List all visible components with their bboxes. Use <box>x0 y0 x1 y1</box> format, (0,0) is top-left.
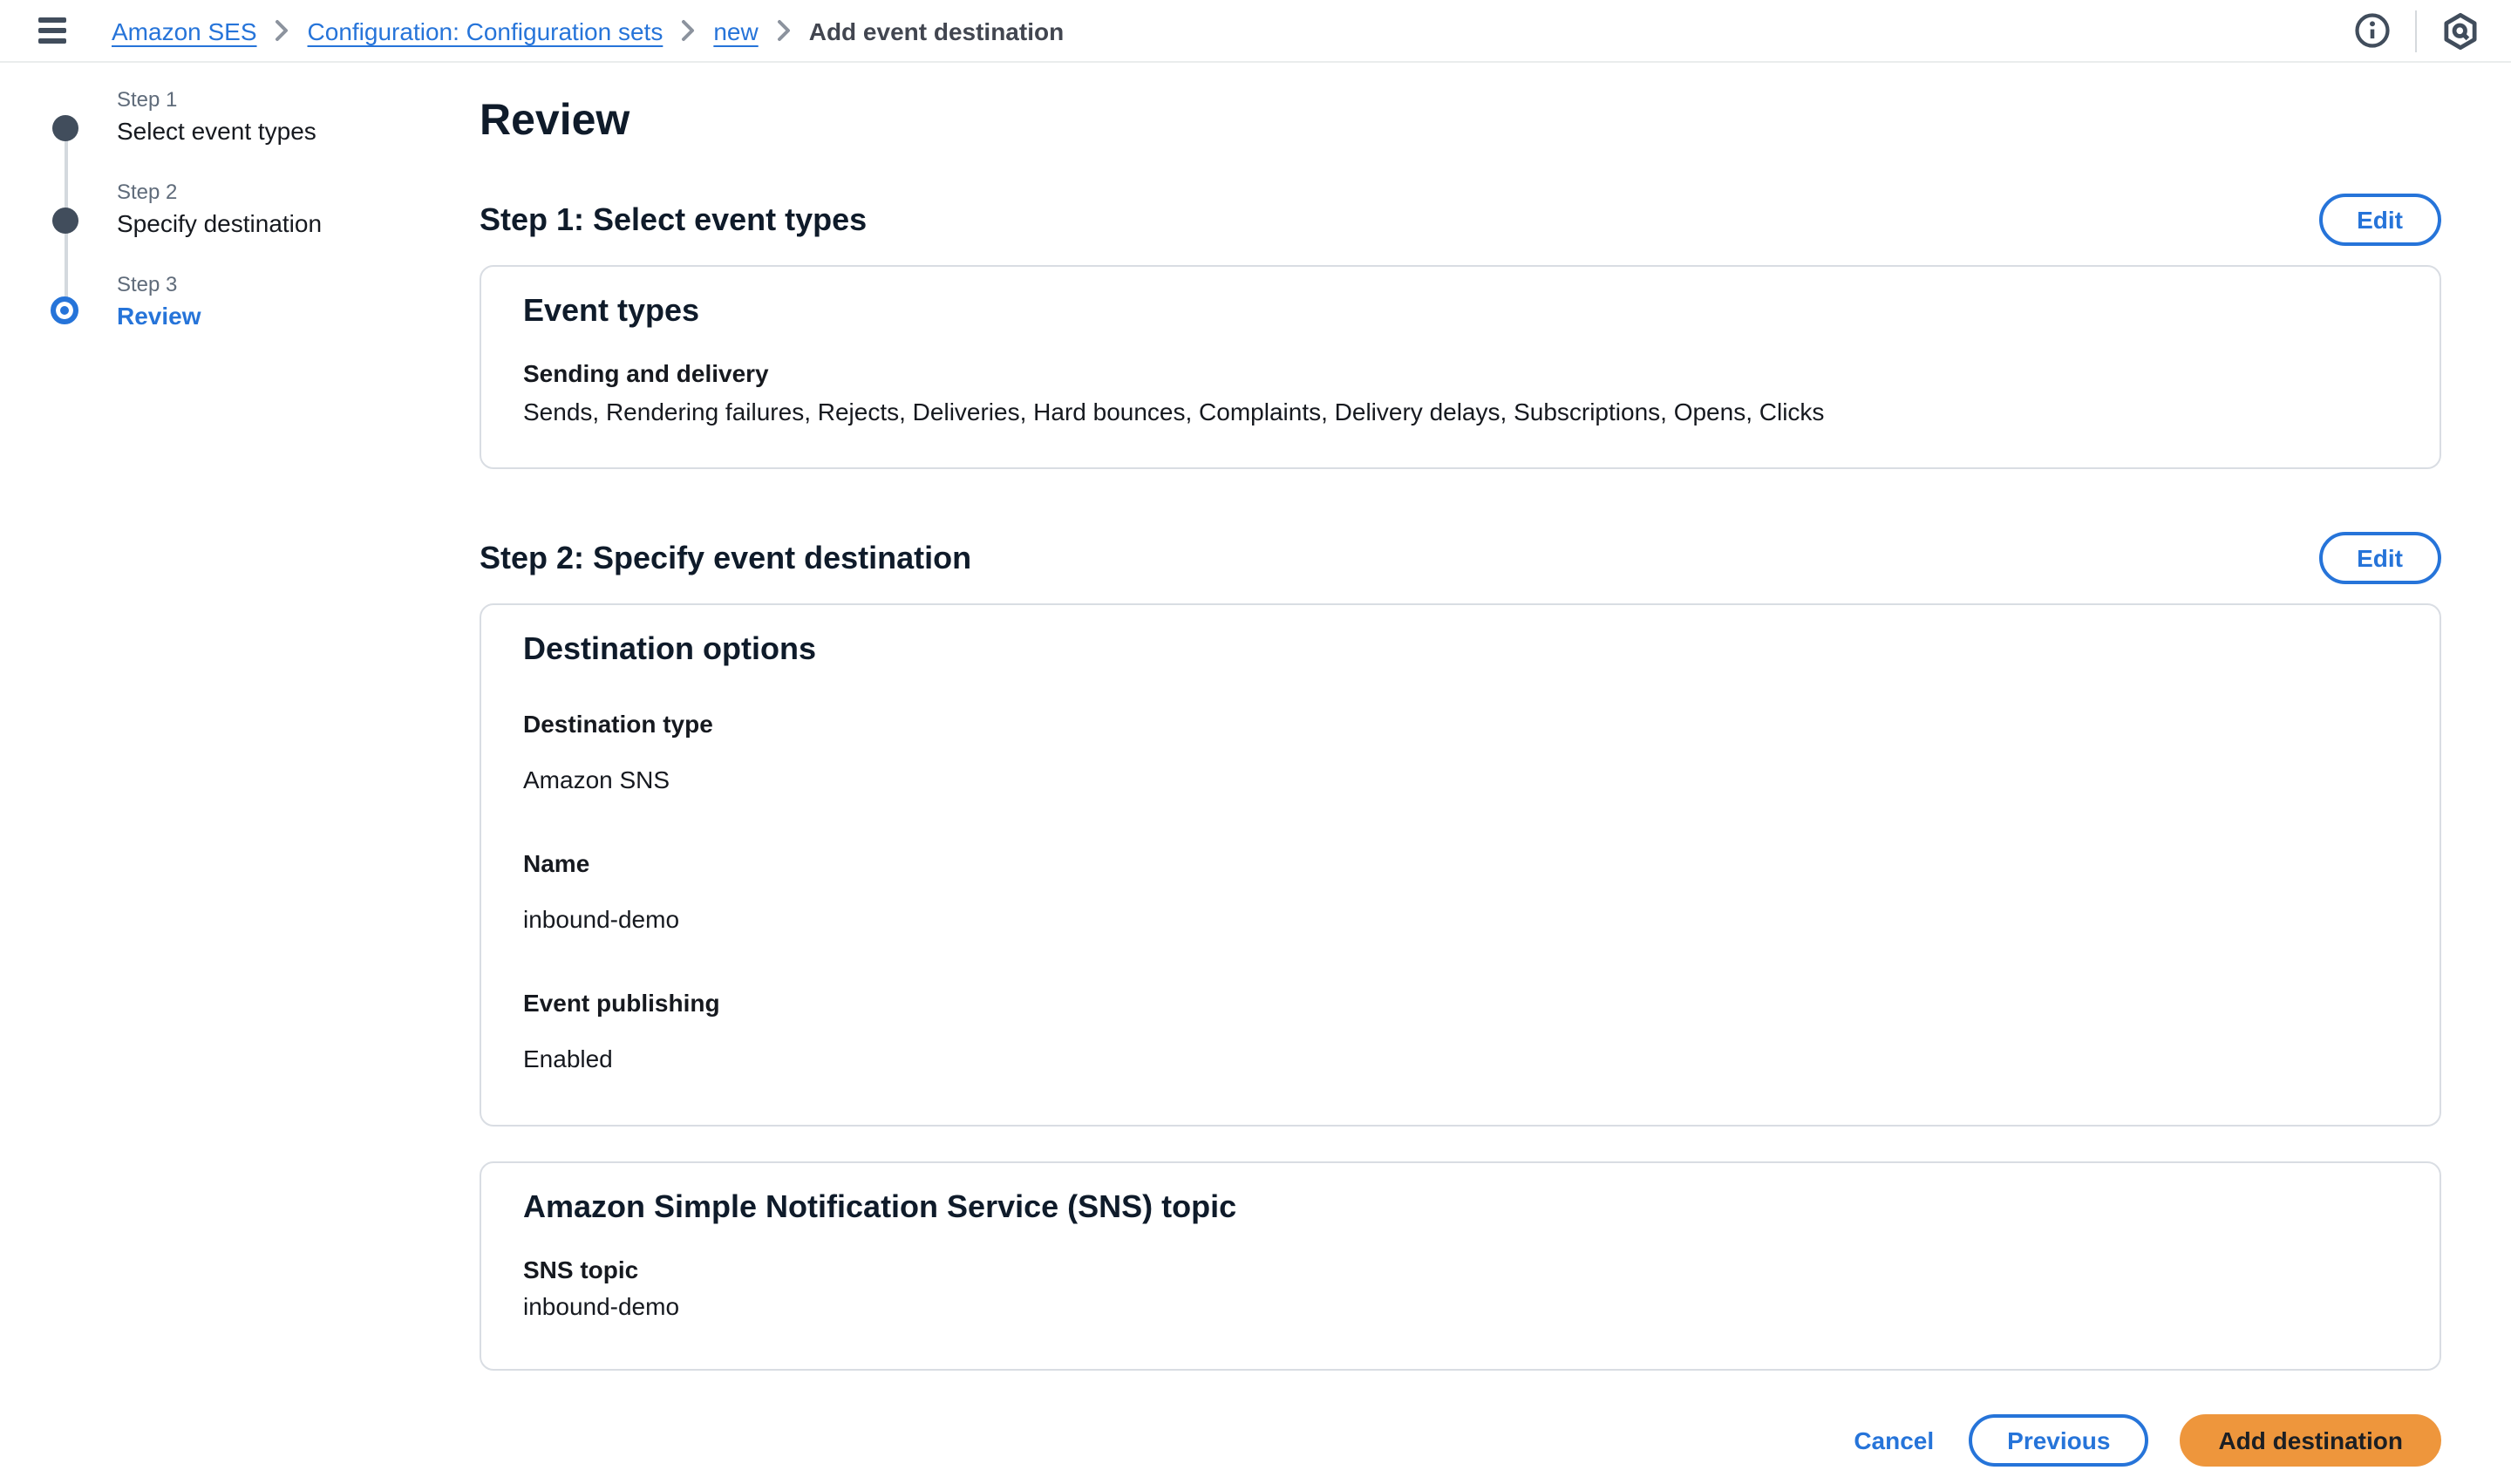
top-navigation-bar: Amazon SES Configuration: Configuration … <box>0 0 2511 63</box>
breadcrumb-current: Add event destination <box>809 17 1064 44</box>
section-step1: Step 1: Select event types Edit Event ty… <box>480 194 2441 469</box>
section-step2-heading: Step 2: Specify event destination <box>480 540 971 576</box>
topbar-divider <box>2415 10 2417 51</box>
event-types-card-title: Event types <box>523 293 2398 330</box>
breadcrumb-link-configuration-sets[interactable]: Configuration: Configuration sets <box>308 17 663 44</box>
cancel-button[interactable]: Cancel <box>1850 1419 1937 1461</box>
step-bullet-active-icon <box>51 296 78 324</box>
topbar-actions <box>2351 8 2483 53</box>
breadcrumb-link-new[interactable]: new <box>713 17 758 44</box>
add-destination-button[interactable]: Add destination <box>2180 1414 2441 1467</box>
section-step2: Step 2: Specify event destination Edit D… <box>480 532 2441 1371</box>
field-label: SNS topic <box>523 1256 2398 1283</box>
hamburger-menu-button[interactable] <box>31 10 73 51</box>
info-button[interactable] <box>2351 9 2394 52</box>
section-step1-heading: Step 1: Select event types <box>480 201 867 238</box>
name-field: Name inbound-demo <box>523 849 2398 933</box>
sns-topic-field: SNS topic inbound-demo <box>523 1256 2398 1320</box>
wizard-step-1[interactable]: Step 1 Select event types <box>52 87 480 153</box>
settings-button[interactable] <box>2438 8 2483 53</box>
main-content: Review Step 1: Select event types Edit E… <box>480 63 2476 1484</box>
step-title[interactable]: Specify destination <box>117 209 480 237</box>
destination-options-card: Destination options Destination type Ama… <box>480 603 2441 1127</box>
breadcrumb: Amazon SES Configuration: Configuration … <box>112 17 2351 44</box>
field-label: Destination type <box>523 710 2398 738</box>
destination-type-field: Destination type Amazon SNS <box>523 710 2398 793</box>
breadcrumb-chevron-icon <box>776 19 792 42</box>
breadcrumb-chevron-icon <box>680 19 696 42</box>
field-label: Sending and delivery <box>523 359 2398 387</box>
previous-button[interactable]: Previous <box>1969 1414 2148 1467</box>
step-title[interactable]: Review <box>117 302 480 330</box>
breadcrumb-chevron-icon <box>275 19 290 42</box>
destination-options-card-title: Destination options <box>523 631 2398 668</box>
sns-topic-card-title: Amazon Simple Notification Service (SNS)… <box>523 1189 2398 1226</box>
wizard-steps-nav: Step 1 Select event types Step 2 Specify… <box>0 63 480 364</box>
step-bullet-icon <box>52 115 78 141</box>
wizard-step-2[interactable]: Step 2 Specify destination <box>52 180 480 246</box>
info-icon <box>2354 12 2391 49</box>
step-number-label: Step 2 <box>117 180 480 204</box>
event-types-card: Event types Sending and delivery Sends, … <box>480 265 2441 469</box>
wizard-step-3-active[interactable]: Step 3 Review <box>52 272 480 338</box>
page-body: Step 1 Select event types Step 2 Specify… <box>0 63 2511 1484</box>
event-publishing-field: Event publishing Enabled <box>523 989 2398 1072</box>
ses-console-page: Amazon SES Configuration: Configuration … <box>0 0 2511 1276</box>
field-label: Event publishing <box>523 989 2398 1017</box>
edit-step1-button[interactable]: Edit <box>2318 194 2441 246</box>
page-title: Review <box>480 96 2441 146</box>
field-value: Enabled <box>523 1045 2398 1072</box>
field-value: Amazon SNS <box>523 766 2398 793</box>
breadcrumb-link-amazon-ses[interactable]: Amazon SES <box>112 17 257 44</box>
step-number-label: Step 1 <box>117 87 480 112</box>
field-value: Sends, Rendering failures, Rejects, Deli… <box>523 398 2398 425</box>
steps-list: Step 1 Select event types Step 2 Specify… <box>52 87 480 338</box>
step-bullet-icon <box>52 208 78 234</box>
edit-step2-button[interactable]: Edit <box>2318 532 2441 584</box>
wizard-actions: Cancel Previous Add destination <box>480 1414 2441 1484</box>
field-label: Name <box>523 849 2398 877</box>
sending-and-delivery-field: Sending and delivery Sends, Rendering fa… <box>523 359 2398 425</box>
field-value: inbound-demo <box>523 905 2398 933</box>
hamburger-icon <box>38 17 66 23</box>
settings-icon <box>2441 11 2480 50</box>
step-number-label: Step 3 <box>117 272 480 296</box>
section-step1-header: Step 1: Select event types Edit <box>480 194 2441 246</box>
section-step2-header: Step 2: Specify event destination Edit <box>480 532 2441 584</box>
sns-topic-card: Amazon Simple Notification Service (SNS)… <box>480 1161 2441 1371</box>
field-value: inbound-demo <box>523 1292 2398 1320</box>
step-title[interactable]: Select event types <box>117 117 480 145</box>
